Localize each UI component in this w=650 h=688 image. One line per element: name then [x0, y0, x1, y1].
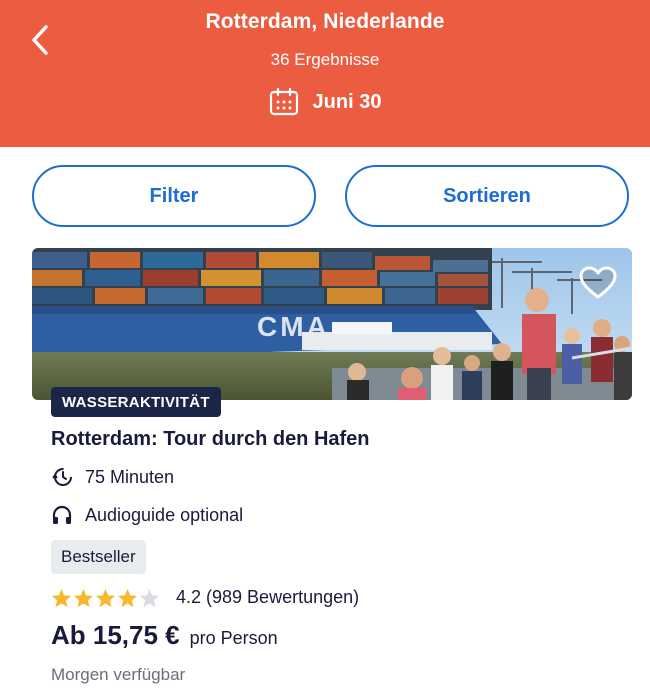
favorite-button[interactable] [578, 265, 618, 301]
duration-row: 75 Minuten [51, 466, 174, 488]
star-rating [51, 588, 160, 608]
date-label: Juni 30 [312, 90, 382, 113]
audio-label: Audioguide optional [85, 504, 244, 525]
star-filled-icon [51, 588, 72, 607]
header-bar: Rotterdam, Niederlande 36 Ergebnisse Jun… [0, 0, 650, 147]
results-count: 36 Ergebnisse [270, 50, 380, 69]
rating-row: 4.2 (989 Bewertungen) [51, 587, 359, 608]
clock-history-icon [52, 468, 72, 486]
rating-text: 4.2 (989 Bewertungen) [176, 587, 360, 607]
price-value: Ab 15,75 € [51, 620, 180, 650]
calendar-icon [269, 88, 298, 116]
bestseller-badge: Bestseller [51, 540, 146, 574]
headphones-icon [52, 505, 72, 524]
availability-text: Morgen verfügbar [51, 665, 186, 684]
date-selector[interactable]: Juni 30 [0, 88, 650, 116]
tour-title[interactable]: Rotterdam: Tour durch den Hafen [51, 428, 370, 451]
duration-label: 75 Minuten [85, 466, 175, 487]
audio-row: Audioguide optional [51, 504, 243, 526]
filter-sort-row: Filter Sortieren [32, 165, 632, 231]
heart-outline-icon [579, 266, 617, 299]
price-unit: pro Person [189, 628, 278, 648]
sort-button[interactable]: Sortieren [345, 165, 629, 227]
harbor-photo: CMA [32, 248, 632, 400]
location-title: Rotterdam, Niederlande [205, 10, 445, 33]
star-filled-icon [117, 588, 138, 607]
filter-button[interactable]: Filter [32, 165, 316, 227]
star-filled-icon [73, 588, 94, 607]
star-empty-icon [139, 588, 160, 607]
star-filled-icon [95, 588, 116, 607]
tour-image[interactable]: CMA [32, 248, 632, 400]
price-row: Ab 15,75 € pro Person [51, 620, 278, 651]
category-tag: WASSERAKTIVITÄT [51, 387, 221, 417]
